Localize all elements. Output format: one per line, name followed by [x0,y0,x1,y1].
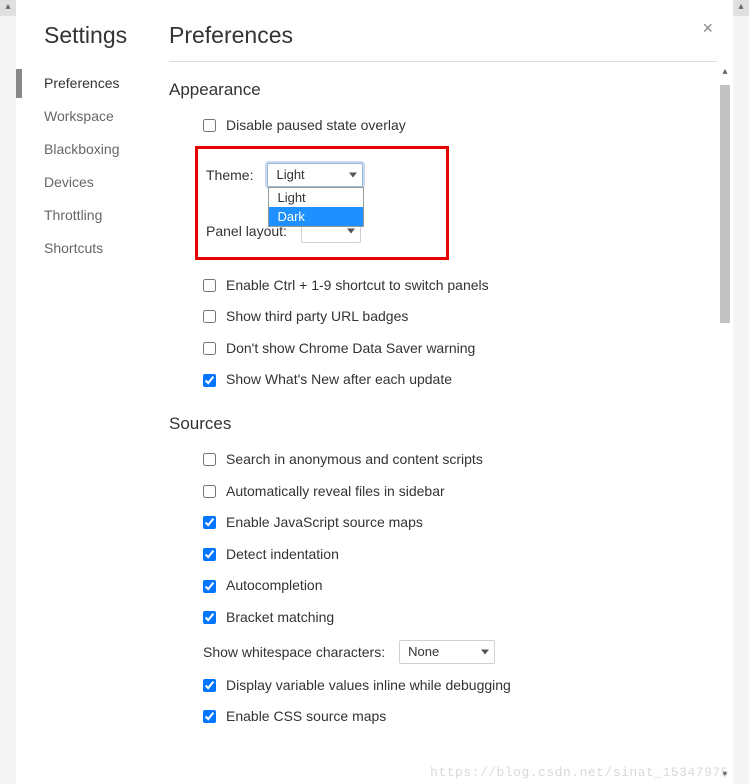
setting-whitespace: Show whitespace characters: None [169,634,717,670]
label-bracket: Bracket matching [226,608,334,628]
label-var-inline: Display variable values inline while deb… [226,676,511,696]
theme-option-dark[interactable]: Dark [269,207,363,226]
sidebar-item-devices[interactable]: Devices [16,166,161,199]
theme-dropdown: Light Dark [268,187,364,227]
watermark-text: https://blog.csdn.net/sinat_15347975 [430,765,729,780]
label-ctrl-shortcut: Enable Ctrl + 1-9 shortcut to switch pan… [226,276,489,296]
theme-callout: Theme: Light Light Dark Panel layout: [195,146,449,260]
label-js-maps: Enable JavaScript source maps [226,513,423,533]
outer-scrollbar-right[interactable]: ▴ [733,0,749,784]
checkbox-third-party[interactable] [203,310,216,323]
setting-ctrl-shortcut: Enable Ctrl + 1-9 shortcut to switch pan… [169,270,717,302]
sidebar-item-shortcuts[interactable]: Shortcuts [16,232,161,265]
whitespace-label: Show whitespace characters: [203,644,385,660]
setting-css-maps: Enable CSS source maps [169,701,717,733]
theme-selected-value: Light [276,167,304,182]
settings-title: Settings [44,22,161,49]
scroll-up-icon[interactable]: ▴ [0,0,16,16]
checkbox-js-maps[interactable] [203,516,216,529]
checkbox-disable-paused[interactable] [203,119,216,132]
sidebar-item-blackboxing[interactable]: Blackboxing [16,133,161,166]
setting-whats-new: Show What's New after each update [169,364,717,396]
label-detect-indent: Detect indentation [226,545,339,565]
checkbox-css-maps[interactable] [203,710,216,723]
label-disable-paused: Disable paused state overlay [226,116,406,136]
setting-bracket: Bracket matching [169,602,717,634]
whitespace-selected-value: None [408,644,439,659]
checkbox-whats-new[interactable] [203,374,216,387]
scroll-up-icon[interactable]: ▴ [717,65,733,81]
checkbox-var-inline[interactable] [203,679,216,692]
chevron-down-icon [347,228,355,233]
setting-search-anon: Search in anonymous and content scripts [169,444,717,476]
content-scrollbar[interactable]: ▴ ▾ [717,65,733,784]
theme-option-light[interactable]: Light [269,188,363,207]
checkbox-reveal-files[interactable] [203,485,216,498]
sidebar-item-throttling[interactable]: Throttling [16,199,161,232]
setting-js-maps: Enable JavaScript source maps [169,507,717,539]
setting-autocomplete: Autocompletion [169,570,717,602]
checkbox-search-anon[interactable] [203,453,216,466]
label-reveal-files: Automatically reveal files in sidebar [226,482,445,502]
setting-disable-paused: Disable paused state overlay [169,110,717,142]
checkbox-bracket[interactable] [203,611,216,624]
checkbox-detect-indent[interactable] [203,548,216,561]
whitespace-select[interactable]: None [399,640,495,664]
preferences-panel: × Preferences ▴ ▾ Appearance Disable pau… [161,0,733,784]
page-title: Preferences [169,22,717,62]
label-autocomplete: Autocompletion [226,576,323,596]
scrollbar-thumb[interactable] [720,85,730,323]
section-sources-title: Sources [169,414,717,434]
label-css-maps: Enable CSS source maps [226,707,386,727]
checkbox-autocomplete[interactable] [203,580,216,593]
checkbox-ctrl-shortcut[interactable] [203,279,216,292]
chevron-down-icon [349,172,357,177]
setting-detect-indent: Detect indentation [169,539,717,571]
setting-reveal-files: Automatically reveal files in sidebar [169,476,717,508]
scroll-up-icon[interactable]: ▴ [733,0,749,16]
chevron-down-icon [481,649,489,654]
section-appearance-title: Appearance [169,80,717,100]
label-third-party: Show third party URL badges [226,307,408,327]
checkbox-data-saver[interactable] [203,342,216,355]
setting-var-inline: Display variable values inline while deb… [169,670,717,702]
theme-select[interactable]: Light Light Dark [267,163,363,187]
label-data-saver: Don't show Chrome Data Saver warning [226,339,475,359]
setting-data-saver: Don't show Chrome Data Saver warning [169,333,717,365]
close-icon[interactable]: × [702,18,713,39]
settings-sidebar: Settings Preferences Workspace Blackboxi… [16,0,161,784]
label-whats-new: Show What's New after each update [226,370,452,390]
outer-scrollbar-left[interactable]: ▴ [0,0,16,784]
label-search-anon: Search in anonymous and content scripts [226,450,483,470]
setting-third-party: Show third party URL badges [169,301,717,333]
sidebar-item-preferences[interactable]: Preferences [16,67,161,100]
theme-label: Theme: [206,167,253,183]
setting-theme: Theme: Light Light Dark [198,157,438,193]
sidebar-item-workspace[interactable]: Workspace [16,100,161,133]
